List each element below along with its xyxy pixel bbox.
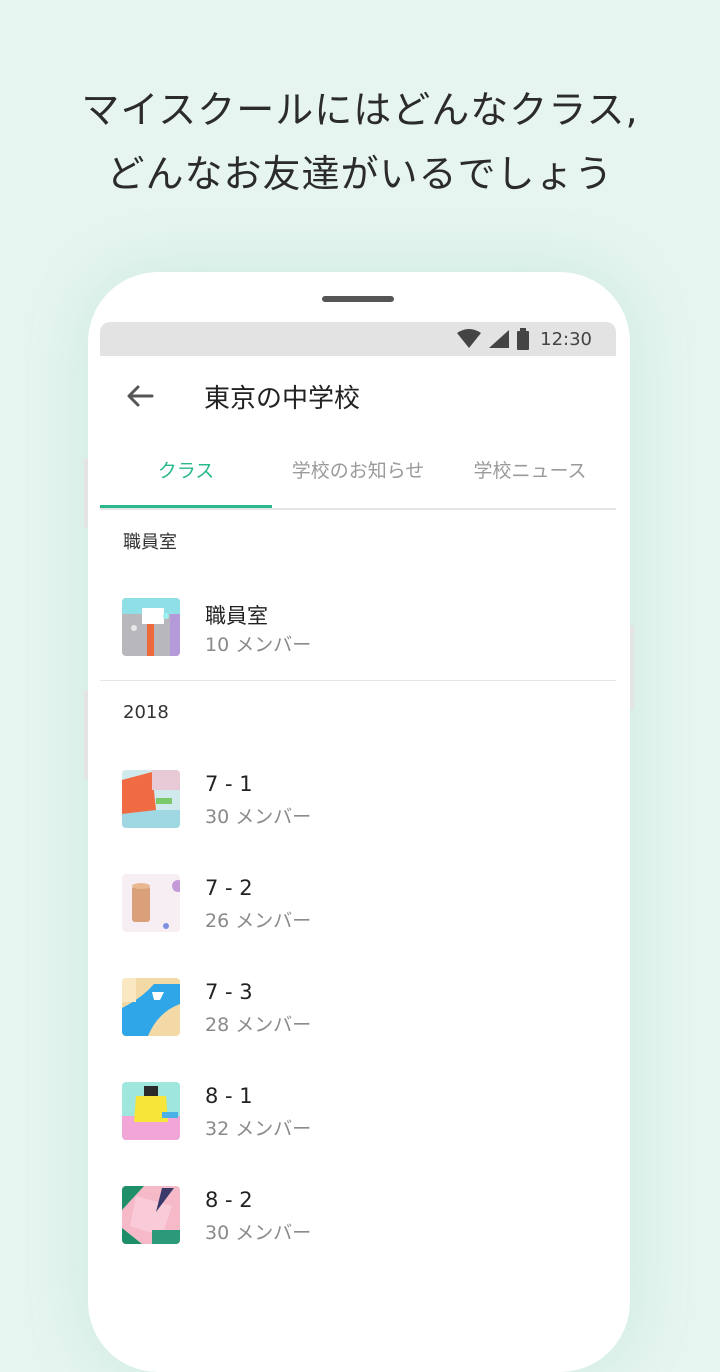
tab-school-news[interactable]: 学校ニュース	[444, 436, 616, 506]
class-thumbnail	[122, 598, 180, 656]
wifi-icon	[457, 329, 482, 348]
tab-school-news-label: 学校ニュース	[473, 460, 587, 482]
phone-side-button-left	[84, 458, 88, 528]
status-icons: 12:30	[456, 328, 592, 350]
app-screen: 12:30 東京の中学校 クラス 学校のお知らせ 学校ニュース 職員室 職員室 …	[100, 322, 616, 1280]
list-item-class-8-1[interactable]: 8 - 1 32 メンバー	[100, 1082, 616, 1142]
list-item-staff-room[interactable]: 職員室 10 メンバー	[100, 598, 616, 658]
class-name: 8 - 2	[205, 1188, 253, 1212]
member-count: 32 メンバー	[205, 1118, 312, 1140]
status-time: 12:30	[540, 328, 592, 350]
tab-active-indicator	[100, 505, 272, 508]
member-count: 26 メンバー	[205, 910, 312, 932]
back-arrow-icon[interactable]	[124, 380, 156, 412]
tab-bar: クラス 学校のお知らせ 学校ニュース	[100, 436, 616, 510]
promo-headline-line1: マイスクールにはどんなクラス,	[81, 88, 639, 132]
section-header-2018: 2018	[123, 702, 169, 723]
class-name: 7 - 1	[205, 772, 253, 796]
status-bar: 12:30	[100, 322, 616, 356]
class-thumbnail	[122, 1082, 180, 1140]
phone-side-button-right	[630, 625, 634, 710]
member-count: 30 メンバー	[205, 806, 312, 828]
tab-school-notices[interactable]: 学校のお知らせ	[272, 436, 444, 506]
class-thumbnail	[122, 978, 180, 1036]
section-divider	[100, 680, 616, 681]
class-name: 8 - 1	[205, 1084, 253, 1108]
tab-classes-label: クラス	[157, 460, 215, 482]
promo-headline: マイスクールにはどんなクラス, どんなお友達がいるでしょう	[0, 78, 720, 206]
page-title: 東京の中学校	[204, 384, 361, 414]
list-item-class-7-1[interactable]: 7 - 1 30 メンバー	[100, 770, 616, 830]
class-thumbnail	[122, 1186, 180, 1244]
list-item-class-7-3[interactable]: 7 - 3 28 メンバー	[100, 978, 616, 1038]
phone-side-button-left-2	[84, 690, 88, 780]
member-count: 10 メンバー	[205, 634, 312, 656]
app-bar: 東京の中学校	[100, 356, 616, 436]
section-header-staff-room: 職員室	[123, 532, 177, 553]
tab-classes[interactable]: クラス	[100, 436, 272, 508]
class-name: 7 - 2	[205, 876, 253, 900]
phone-speaker	[322, 296, 394, 302]
tab-school-notices-label: 学校のお知らせ	[291, 460, 425, 482]
member-count: 30 メンバー	[205, 1222, 312, 1244]
class-name: 7 - 3	[205, 980, 253, 1004]
member-count: 28 メンバー	[205, 1014, 312, 1036]
class-thumbnail	[122, 770, 180, 828]
class-name: 職員室	[205, 604, 268, 628]
signal-icon	[489, 330, 510, 348]
list-item-class-8-2[interactable]: 8 - 2 30 メンバー	[100, 1186, 616, 1246]
battery-icon	[517, 328, 530, 350]
promo-headline-line2: どんなお友達がいるでしょう	[106, 152, 614, 196]
list-item-class-7-2[interactable]: 7 - 2 26 メンバー	[100, 874, 616, 934]
class-thumbnail	[122, 874, 180, 932]
